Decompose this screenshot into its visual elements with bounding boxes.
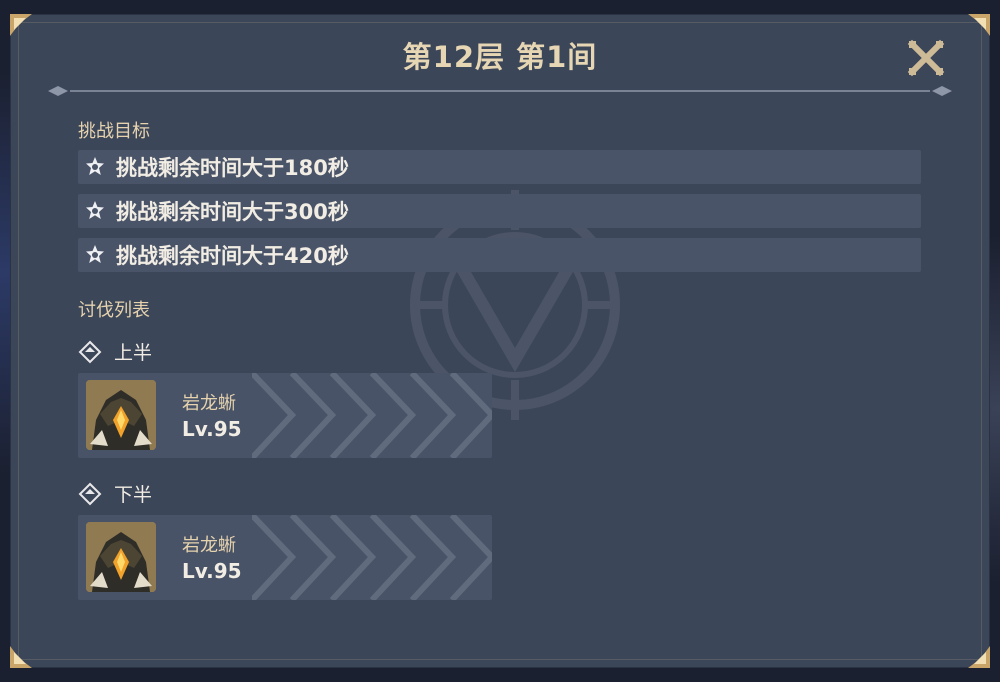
- challenge-goals-label: 挑战目标: [78, 121, 150, 142]
- first-half-header: 上半: [78, 338, 152, 365]
- goal-text: 挑战剩余时间大于300秒: [116, 200, 349, 224]
- card-pattern: [252, 373, 492, 458]
- enemy-name: 岩龙蜥: [182, 535, 236, 556]
- goal-text: 挑战剩余时间大于180秒: [116, 156, 349, 180]
- first-half-label: 上半: [114, 342, 153, 364]
- star-icon: [86, 245, 104, 263]
- goal-row: 挑战剩余时间大于300秒: [78, 194, 921, 228]
- goal-row: 挑战剩余时间大于180秒: [78, 150, 921, 184]
- card-pattern: [252, 515, 492, 600]
- close-icon[interactable]: [904, 36, 948, 80]
- diamond-icon: [78, 340, 102, 363]
- enemy-card[interactable]: 岩龙蜥 Lv.95: [78, 373, 492, 458]
- star-icon: [86, 157, 104, 175]
- corner-ornament-icon: [968, 646, 990, 668]
- star-icon: [86, 201, 104, 219]
- second-half-label: 下半: [114, 484, 153, 506]
- enemy-level: Lv.95: [182, 559, 242, 583]
- enemy-name: 岩龙蜥: [182, 393, 236, 414]
- goal-text: 挑战剩余时间大于420秒: [116, 244, 349, 268]
- geovishap-portrait: [86, 380, 156, 450]
- diamond-icon: [78, 482, 102, 505]
- enemy-list-label: 讨伐列表: [78, 300, 150, 321]
- title-divider: [48, 86, 952, 96]
- geovishap-portrait: [86, 522, 156, 592]
- corner-ornament-icon: [10, 646, 32, 668]
- second-half-header: 下半: [78, 480, 152, 507]
- page-title: 第12层 第1间: [402, 40, 598, 74]
- goal-row: 挑战剩余时间大于420秒: [78, 238, 921, 272]
- enemy-level: Lv.95: [182, 417, 242, 441]
- enemy-card[interactable]: 岩龙蜥 Lv.95: [78, 515, 492, 600]
